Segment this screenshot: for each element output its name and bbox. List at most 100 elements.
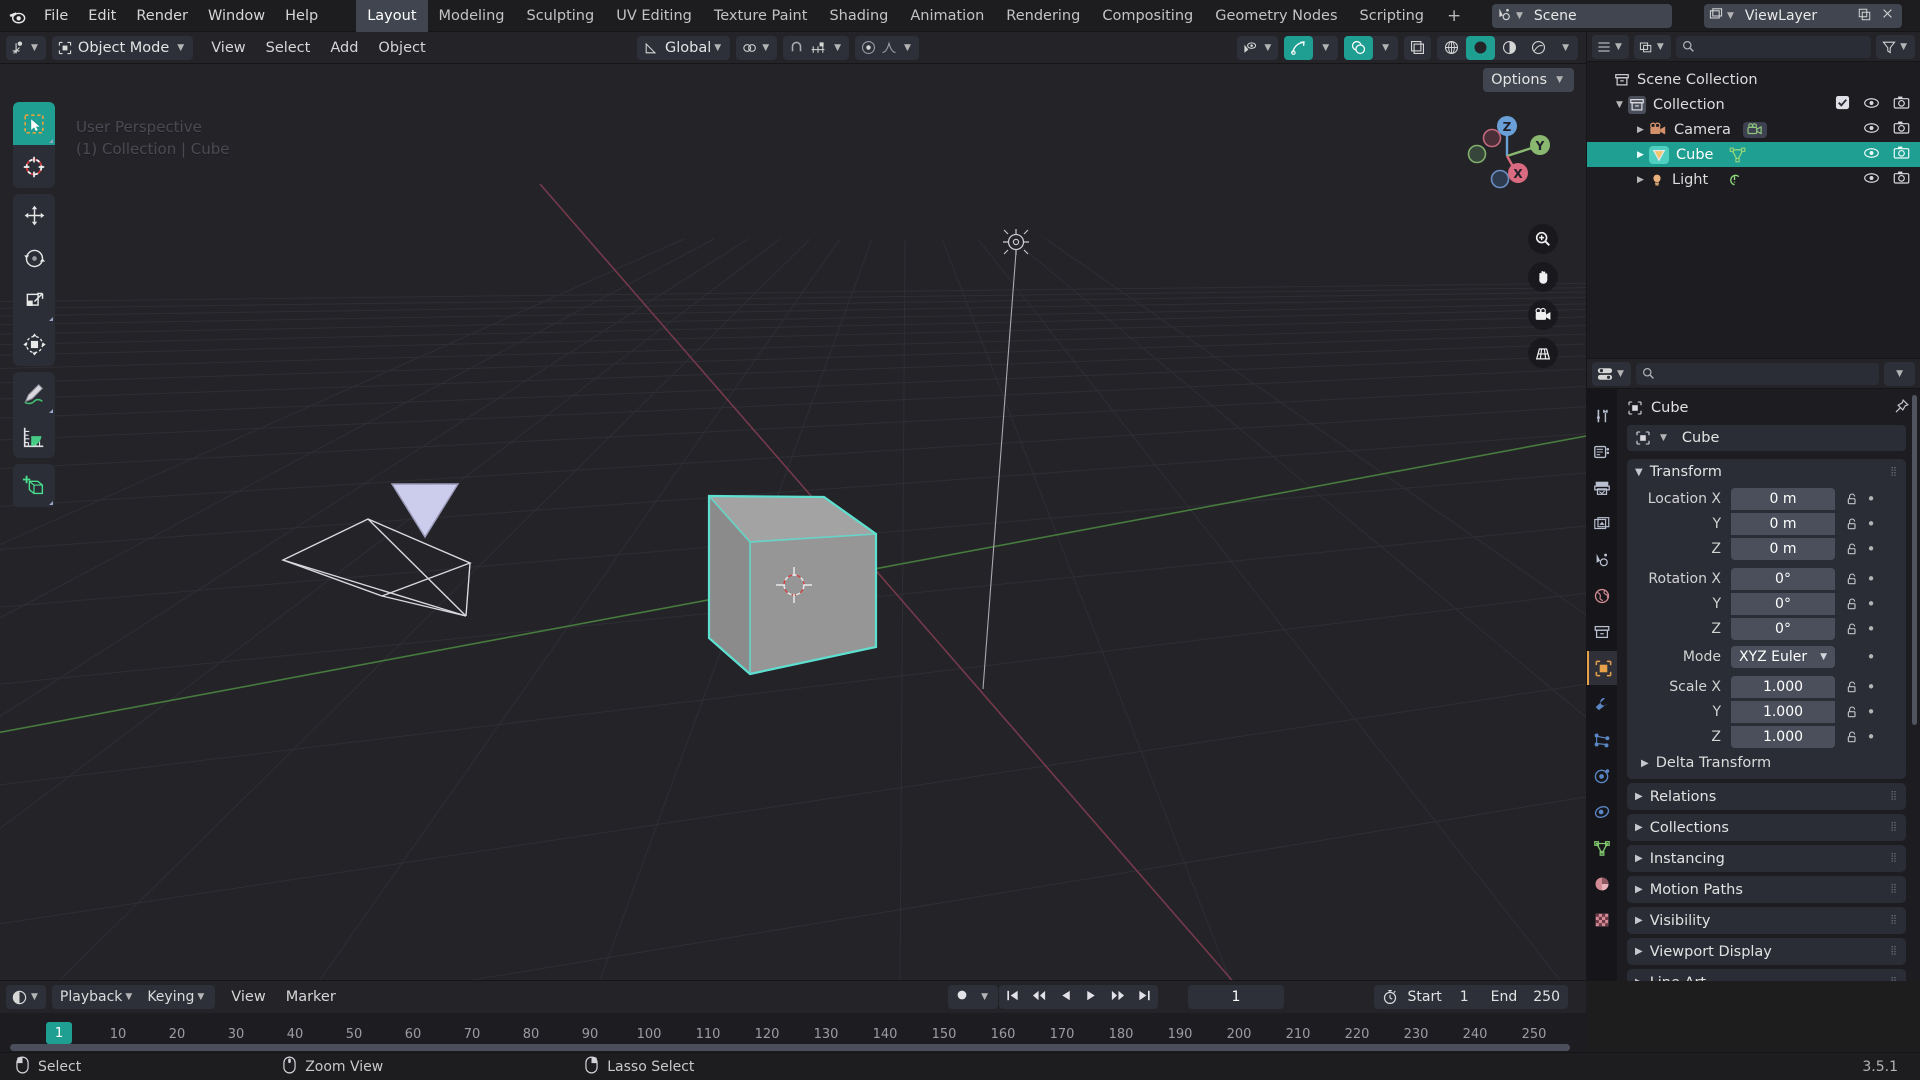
shading-dropdown[interactable]: ▼ — [1553, 36, 1578, 60]
xray-toggle[interactable] — [1404, 35, 1432, 60]
exclude-checkbox[interactable] — [1835, 95, 1850, 114]
scale-z-field[interactable]: 1.000 — [1731, 726, 1835, 748]
motion-paths-panel[interactable]: ▶ Motion Paths ⣿ — [1627, 876, 1906, 903]
lock-rotation-x-icon[interactable] — [1841, 572, 1863, 587]
properties-tab-data[interactable] — [1587, 831, 1617, 865]
disable-in-renders-icon[interactable] — [1893, 170, 1910, 189]
menu-file[interactable]: File — [34, 4, 78, 28]
instancing-panel[interactable]: ▶ Instancing ⣿ — [1627, 845, 1906, 872]
add-workspace-button[interactable]: + — [1435, 0, 1473, 32]
timeline-ruler[interactable]: 1 10 20 30 40 50 60 70 80 90 100 110 120 130 140 150 16… — [0, 1013, 1586, 1053]
overlays-dropdown[interactable]: ▼ — [1373, 36, 1398, 60]
tool-tweak-select-box[interactable] — [13, 102, 55, 145]
proportional-edit-toggle[interactable]: ▼ — [855, 35, 919, 60]
timeline-view-menu[interactable]: View — [221, 985, 275, 1009]
select-menu[interactable]: Select — [256, 36, 321, 60]
panel-grip-icon[interactable]: ⣿ — [1890, 916, 1898, 925]
disclosure-triangle-icon[interactable]: ▶ — [1632, 150, 1649, 160]
lock-scale-y-icon[interactable] — [1841, 705, 1863, 720]
pan-view-button[interactable] — [1528, 262, 1558, 292]
lock-rotation-y-icon[interactable] — [1841, 597, 1863, 612]
properties-editor-type[interactable]: ▼ — [1592, 361, 1631, 386]
hide-in-viewport-icon[interactable] — [1863, 96, 1880, 114]
copy-viewlayer-icon[interactable] — [1857, 7, 1872, 26]
lock-scale-z-icon[interactable] — [1841, 730, 1863, 745]
tab-shading[interactable]: Shading — [818, 0, 899, 32]
lock-location-x-icon[interactable] — [1841, 492, 1863, 507]
object-id-block[interactable]: ▼ Cube — [1627, 425, 1906, 451]
location-z-field[interactable]: 0 m — [1731, 538, 1835, 560]
remove-viewlayer-icon[interactable] — [1881, 7, 1894, 26]
rotation-z-field[interactable]: 0° — [1731, 618, 1835, 640]
hide-in-viewport-icon[interactable] — [1863, 171, 1880, 189]
tool-measure[interactable] — [13, 415, 55, 458]
relations-panel[interactable]: ▶ Relations ⣿ — [1627, 783, 1906, 810]
timeline-editor[interactable]: ▼ Playback ▼ Keying ▼ View Marker ▼ 1 St… — [0, 980, 1586, 1053]
add-menu[interactable]: Add — [320, 36, 368, 60]
viewlayer-selector[interactable]: ▼ ViewLayer — [1704, 4, 1902, 28]
overlays-group[interactable]: ▼ — [1344, 35, 1399, 60]
location-y-field[interactable]: 0 m — [1731, 513, 1835, 535]
location-x-field[interactable]: 0 m — [1731, 488, 1835, 510]
hide-in-viewport-icon[interactable] — [1863, 146, 1880, 164]
panel-grip-icon[interactable]: ⣿ — [1890, 823, 1898, 832]
properties-tab-constraints[interactable] — [1587, 795, 1617, 829]
outliner-editor-type[interactable]: ▼ — [1592, 34, 1629, 59]
tab-layout[interactable]: Layout — [356, 0, 428, 32]
tab-rendering[interactable]: Rendering — [995, 0, 1091, 32]
line-art-panel[interactable]: ▶ Line Art ⣿ — [1627, 969, 1906, 981]
transform-panel-header[interactable]: ▼ Transform ⣿ — [1627, 459, 1906, 485]
tool-move[interactable] — [13, 194, 55, 237]
camera-view-button[interactable] — [1528, 300, 1558, 330]
animate-location-y-icon[interactable]: • — [1863, 515, 1879, 533]
lock-location-y-icon[interactable] — [1841, 517, 1863, 532]
scene-selector[interactable]: ▼ Scene — [1492, 4, 1672, 28]
shading-rendered[interactable] — [1524, 36, 1553, 60]
properties-tab-render[interactable] — [1587, 435, 1617, 469]
panel-grip-icon[interactable]: ⣿ — [1890, 978, 1898, 982]
next-keyframe-button[interactable] — [1109, 988, 1126, 1007]
shading-modes[interactable]: ▼ — [1437, 35, 1578, 60]
panel-grip-icon[interactable]: ⣿ — [1890, 885, 1898, 894]
tab-texture-paint[interactable]: Texture Paint — [703, 0, 819, 32]
playback-menu[interactable]: Playback ▼ — [54, 985, 141, 1009]
scale-x-field[interactable]: 1.000 — [1731, 676, 1835, 698]
hide-in-viewport-icon[interactable] — [1863, 121, 1880, 139]
properties-tab-collection[interactable] — [1587, 615, 1617, 649]
animate-location-x-icon[interactable]: • — [1863, 490, 1879, 508]
rotation-x-field[interactable]: 0° — [1731, 568, 1835, 590]
jump-to-end-button[interactable] — [1137, 988, 1152, 1007]
panel-grip-icon[interactable]: ⣿ — [1890, 792, 1898, 801]
outliner-row-scene-collection[interactable]: Scene Collection — [1587, 67, 1920, 92]
properties-tab-tool[interactable] — [1587, 399, 1617, 433]
tool-add-cube[interactable] — [13, 464, 55, 507]
tab-geometry-nodes[interactable]: Geometry Nodes — [1204, 0, 1348, 32]
zoom-view-button[interactable] — [1528, 224, 1558, 254]
end-frame-value[interactable]: 250 — [1533, 989, 1560, 1005]
tool-rotate[interactable] — [13, 237, 55, 280]
playhead-indicator[interactable]: 1 — [46, 1022, 72, 1044]
overlays-toggle[interactable] — [1344, 35, 1374, 60]
disclosure-triangle-icon[interactable]: ▼ — [1611, 100, 1628, 110]
properties-tab-output[interactable] — [1587, 471, 1617, 505]
camera-data-icon[interactable] — [1742, 121, 1767, 138]
timeline-marker-menu[interactable]: Marker — [276, 985, 346, 1009]
transform-orientation-selector[interactable]: Global ▼ — [637, 35, 731, 60]
animate-scale-x-icon[interactable]: • — [1863, 678, 1879, 696]
light-data-icon[interactable] — [1726, 171, 1743, 188]
animate-rotation-x-icon[interactable]: • — [1863, 570, 1879, 588]
panel-grip-icon[interactable]: ⣿ — [1890, 947, 1898, 956]
object-mode-selector[interactable]: Object Mode ▼ — [51, 35, 194, 60]
start-frame-value[interactable]: 1 — [1460, 989, 1491, 1005]
tab-scripting[interactable]: Scripting — [1349, 0, 1435, 32]
view-menu[interactable]: View — [201, 36, 255, 60]
rotation-y-field[interactable]: 0° — [1731, 593, 1835, 615]
visibility-selector[interactable]: ▼ — [1237, 35, 1279, 60]
tool-transform[interactable] — [13, 323, 55, 366]
outliner-display-mode[interactable]: ▼ — [1633, 34, 1671, 59]
scale-y-field[interactable]: 1.000 — [1731, 701, 1835, 723]
properties-tab-modifiers[interactable] — [1587, 687, 1617, 721]
outliner-row-light[interactable]: ▶ Light — [1587, 167, 1920, 192]
snap-pivot-selector[interactable]: ▼ — [736, 35, 778, 60]
properties-tab-world[interactable] — [1587, 579, 1617, 613]
